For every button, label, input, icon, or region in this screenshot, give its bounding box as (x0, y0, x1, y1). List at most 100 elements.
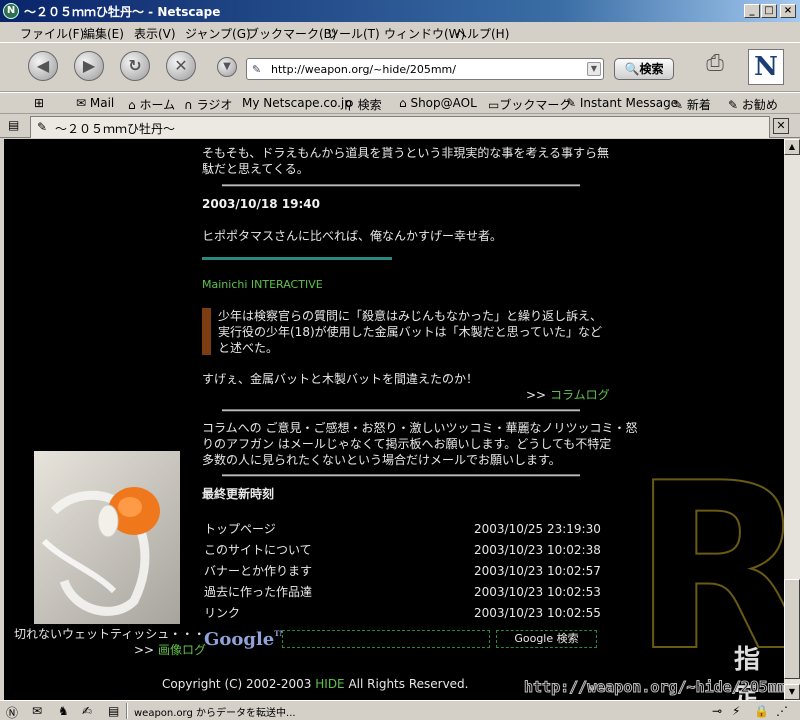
address-book-icon[interactable]: ▤ (108, 704, 119, 718)
column-intro-line-3: 多数の人に見られたくないという場合だけメールでお願いします。 (202, 453, 561, 467)
security-icon: ⊸ (712, 704, 723, 718)
reload-button[interactable]: ↻ (120, 51, 150, 81)
quote-line-2: 実行役の少年(18)が使用した金属バットは「木製だと思っていた」など (218, 325, 603, 339)
page-icon: ✎ (37, 120, 48, 134)
page-content: そもそも、ドラえもんから道具を貰うという非現実的な事を考える事すら無 駄だと思え… (4, 139, 784, 700)
title-bar: N ～２０５ｍｍひ牡丹～ - Netscape _ □ × (0, 0, 800, 22)
menu-file[interactable]: ファイル(F) (20, 25, 84, 42)
pt-item-instant-message[interactable]: ✎ Instant Message (566, 96, 678, 110)
update-time: 2003/10/25 23:19:30 (474, 522, 601, 536)
google-search-input[interactable] (282, 630, 490, 648)
close-icon: ✕ (776, 119, 786, 132)
forward-button[interactable]: ▶ (74, 51, 104, 81)
pt-item-netscape[interactable]: My Netscape.co.jp (242, 96, 352, 110)
search-icon: ⚲ (345, 98, 354, 112)
menu-go[interactable]: ジャンプ(G) (185, 25, 251, 42)
teal-divider (202, 257, 392, 260)
url-dropdown-icon[interactable]: ▼ (587, 62, 601, 76)
status-message: weapon.org からデータを転送中... (134, 708, 296, 719)
new-tab-icon[interactable]: ▤ (8, 118, 19, 132)
netscape-app-icon[interactable]: N (3, 3, 19, 19)
my-icon: My (242, 96, 260, 110)
update-time: 2003/10/23 10:02:38 (474, 543, 601, 557)
column-intro-line-1: コラムへの ご意見・ご感想・お怒り・激しいツッコミ・華麗なノリツッコミ・怒 (202, 421, 638, 435)
divider (222, 409, 580, 412)
minimize-button[interactable]: _ (744, 4, 760, 18)
update-page-name[interactable]: リンク (204, 605, 240, 621)
menu-edit[interactable]: 編集(E) (83, 25, 124, 42)
column-log-link[interactable]: >> コラムログ (526, 387, 610, 403)
folder-icon: ▭ (488, 98, 500, 112)
pt-item-search[interactable]: ⚲ 検索 (345, 96, 382, 113)
status-separator (126, 703, 128, 719)
prev-text-line-1: そもそも、ドラえもんから道具を貰うという非現実的な事を考える事すら無 (202, 146, 610, 160)
menu-help[interactable]: ヘルプ(H) (455, 25, 509, 42)
navigation-toolbar: ◀ ▶ ↻ ✕ ▼ ✎ http://weapon.org/~hide/205m… (0, 42, 800, 92)
stop-button[interactable]: ✕ (166, 51, 196, 81)
pt-item-bookmarks[interactable]: ▭ブックマーク (488, 96, 571, 113)
close-window-button[interactable]: × (780, 4, 796, 18)
print-icon[interactable]: ⎙ (700, 51, 730, 77)
paragraph: ヒポポタマスさんに比べれば、俺なんかすげー幸せ者。 (202, 229, 503, 243)
pt-item-home[interactable]: ⌂ ホーム (128, 96, 175, 113)
date-heading: 2003/10/18 19:40 (202, 197, 320, 211)
menu-bookmarks[interactable]: ブックマーク(B) (247, 25, 337, 42)
pt-item-recommend[interactable]: ✎ お勧め (728, 96, 778, 113)
google-search-button[interactable]: Google 検索 (496, 630, 597, 648)
menu-tools[interactable]: ツール(T) (327, 25, 380, 42)
search-button[interactable]: 🔍検索 (614, 58, 674, 80)
close-tab-button[interactable]: ✕ (773, 118, 789, 134)
update-time: 2003/10/23 10:02:53 (474, 585, 601, 599)
pt-item-shop[interactable]: ⌂ Shop@AOL (399, 96, 477, 110)
maximize-button[interactable]: □ (761, 4, 777, 18)
url-text: http://weapon.org/~hide/205mm/ (271, 63, 456, 76)
tab-bar: ▤ ✎ ～２０５ｍｍひ牡丹～ (0, 114, 800, 138)
divider (222, 474, 580, 477)
mail-icon[interactable]: ✉ (32, 704, 42, 718)
reload-icon: ↻ (128, 56, 142, 75)
scroll-thumb[interactable] (784, 579, 800, 679)
source-link[interactable]: Mainichi INTERACTIVE (202, 277, 323, 293)
status-bar: Ⓝ ✉ ♞ ✍ ▤ weapon.org からデータを転送中... ⊸ ⚡ 🔒 … (0, 700, 800, 720)
navigator-icon[interactable]: Ⓝ (6, 704, 18, 720)
photo-caption: 切れないウェットティッシュ・・・ (14, 627, 206, 641)
lock-icon[interactable]: 🔒 (754, 704, 769, 718)
image-log-link[interactable]: >> 画像ログ (134, 642, 206, 658)
home-icon: ⌂ (128, 98, 136, 112)
link-icon: ✎ (728, 98, 739, 112)
composer-icon[interactable]: ✍ (82, 704, 92, 718)
update-page-name[interactable]: バナーとか作ります (204, 563, 312, 579)
stop-icon: ✕ (174, 56, 188, 75)
pt-item-radio[interactable]: ∩ ラジオ (184, 96, 232, 113)
update-page-name[interactable]: トップページ (204, 521, 276, 537)
home-tabs-icon[interactable]: ⊞ (34, 96, 44, 110)
vertical-scrollbar[interactable]: ▲ ▼ (784, 139, 800, 700)
tab-current[interactable]: ✎ ～２０５ｍｍひ牡丹～ (30, 116, 770, 138)
google-logo: GoogleTM (204, 629, 288, 650)
scroll-up-arrow[interactable]: ▲ (784, 139, 800, 155)
photo-wet-tissue[interactable] (34, 451, 180, 624)
url-field[interactable]: ✎ http://weapon.org/~hide/205mm/ ▼ (246, 58, 604, 80)
netscape-throbber-logo[interactable]: N (748, 49, 784, 85)
menu-view[interactable]: 表示(V) (134, 25, 176, 42)
pt-item-new[interactable]: ✎ 新着 (673, 96, 711, 113)
author-link[interactable]: HIDE (315, 677, 344, 691)
pt-item-mail[interactable]: ✉ Mail (76, 96, 114, 110)
copyright: Copyright (C) 2002-2003 HIDE All Rights … (162, 677, 469, 691)
quote-line-3: と述べた。 (218, 341, 279, 355)
prev-text-line-2: 駄だと思えてくる。 (202, 162, 309, 176)
aim-icon[interactable]: ♞ (58, 704, 69, 718)
photo-graphic (41, 487, 160, 616)
online-icon[interactable]: ⚡ (732, 704, 740, 718)
scroll-down-arrow[interactable]: ▼ (784, 684, 800, 700)
menu-window[interactable]: ウィンドウ(W) (384, 25, 465, 42)
headphones-icon: ∩ (184, 98, 193, 112)
resize-grip-icon: ⋰ (776, 704, 788, 718)
back-button[interactable]: ◀ (28, 51, 58, 81)
history-dropdown-button[interactable]: ▼ (217, 57, 237, 77)
personal-toolbar: ⊞ ✉ Mail ⌂ ホーム ∩ ラジオ My Netscape.co.jp ⚲… (0, 92, 800, 114)
paragraph: すげぇ、金属バットと木製バットを間違えたのか！ (202, 372, 479, 386)
update-page-name[interactable]: 過去に作った作品達 (204, 584, 312, 600)
update-page-name[interactable]: このサイトについて (204, 542, 312, 558)
menu-bar: ファイル(F) 編集(E) 表示(V) ジャンプ(G) ブックマーク(B) ツー… (0, 22, 800, 42)
